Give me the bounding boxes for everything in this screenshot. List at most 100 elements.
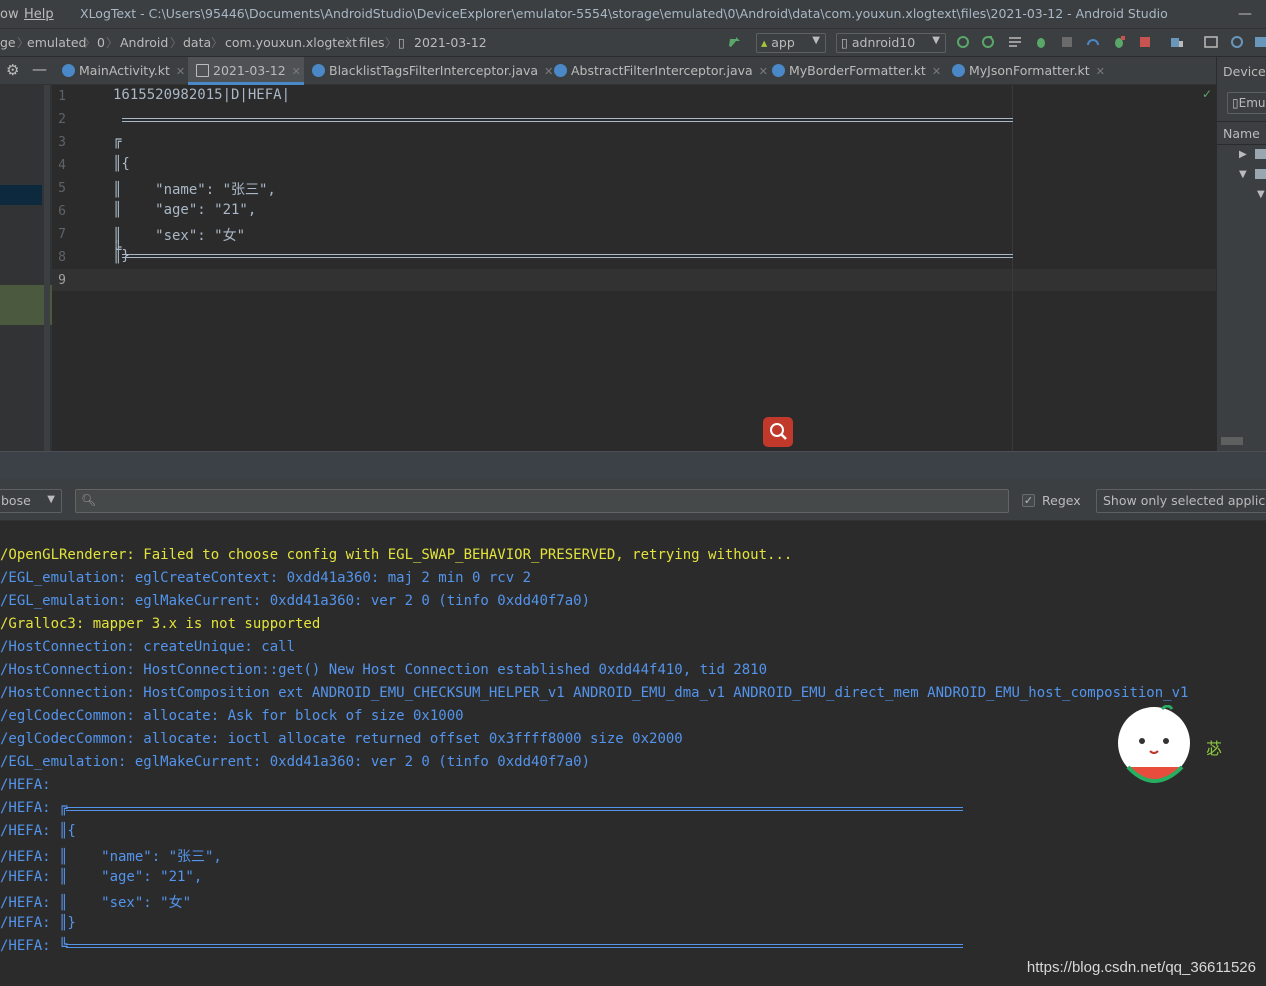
tab-label: MainActivity.kt xyxy=(79,63,170,78)
minimize-button[interactable]: — xyxy=(1238,6,1252,22)
log-line: /HostConnection: createUnique: call xyxy=(0,639,296,655)
breadcrumb-item[interactable]: 0 xyxy=(97,35,105,50)
code-line: ║{ xyxy=(113,156,130,172)
abstract-class-icon xyxy=(554,64,567,77)
coverage-icon[interactable] xyxy=(1060,35,1074,49)
run-config-label: app xyxy=(771,35,795,50)
android-icon: ▴ xyxy=(761,35,768,50)
right-margin-guide xyxy=(1012,85,1013,451)
tab-json-formatter[interactable]: MyJsonFormatter.kt ✕ xyxy=(948,57,1112,85)
inspection-ok-icon[interactable]: ✓ xyxy=(1202,87,1212,101)
settings-gear-icon[interactable]: ⚙ xyxy=(6,61,19,79)
log-level-select[interactable]: bose ▼ xyxy=(0,489,62,513)
close-icon[interactable]: ✕ xyxy=(176,65,185,78)
title-bar: ow Help XLogText - C:\Users\95446\Docume… xyxy=(0,0,1266,29)
sync-icon[interactable] xyxy=(1230,35,1244,49)
log-line: /OpenGLRenderer: Failed to choose config… xyxy=(0,547,793,563)
logcat-output[interactable]: /OpenGLRenderer: Failed to choose config… xyxy=(0,545,1266,986)
editor-tab-bar: ⚙ — MainActivity.kt ✕ 2021-03-12 ✕ Blackli… xyxy=(0,57,1216,85)
line-number-current: 9 xyxy=(58,273,66,288)
profiler-icon[interactable] xyxy=(1086,35,1100,49)
log-line: /HEFA: ╚ xyxy=(0,938,68,954)
breadcrumb-item[interactable]: emulated xyxy=(27,35,86,50)
hammer-build-icon[interactable] xyxy=(728,35,742,49)
breadcrumb-separator-icon: 〉 xyxy=(211,36,224,50)
log-line: /EGL_emulation: eglMakeCurrent: 0xdd41a3… xyxy=(0,754,591,770)
kotlin-file-icon xyxy=(62,64,75,77)
emulator-select[interactable]: ▯Emu xyxy=(1227,92,1266,114)
close-icon[interactable]: ✕ xyxy=(1096,65,1105,78)
log-line: /HEFA: ║ "age": "21", xyxy=(0,869,203,885)
line-number: 6 xyxy=(58,204,66,219)
horizontal-scrollbar[interactable] xyxy=(1221,437,1243,445)
breadcrumb-item[interactable]: Android xyxy=(120,35,168,50)
tab-abstract-interceptor[interactable]: AbstractFilterInterceptor.java ✕ xyxy=(550,57,768,85)
log-search-field[interactable]: 🔍︎ xyxy=(75,489,1009,513)
tab-label: AbstractFilterInterceptor.java xyxy=(571,63,753,78)
collapse-icon[interactable]: — xyxy=(32,60,47,78)
log-line: /eglCodecCommon: allocate: Ask for block… xyxy=(0,708,464,724)
file-icon: ▯ xyxy=(398,35,405,50)
expand-arrow-icon[interactable]: ▶ xyxy=(1239,149,1247,160)
device-icon: ▯ xyxy=(1232,96,1239,110)
log-line: /HEFA: ║ "name": "张三", xyxy=(0,849,222,865)
breadcrumb-item-current[interactable]: 2021-03-12 xyxy=(414,35,487,50)
border-bottom-line xyxy=(122,254,1013,258)
sdk-manager-icon[interactable] xyxy=(1254,35,1266,49)
close-icon[interactable]: ✕ xyxy=(759,65,768,78)
stop-icon[interactable] xyxy=(1138,35,1152,49)
log-search-input[interactable] xyxy=(102,492,1002,510)
tab-label: 2021-03-12 xyxy=(213,63,286,78)
tab-mainactivity[interactable]: MainActivity.kt ✕ xyxy=(56,57,185,85)
emulator-label: Emu xyxy=(1238,96,1266,110)
regex-label: Regex xyxy=(1042,493,1081,508)
breadcrumb-item[interactable]: data xyxy=(183,35,211,50)
chevron-down-icon: ▼ xyxy=(812,35,820,46)
collapse-arrow-icon[interactable]: ▼ xyxy=(1257,189,1265,200)
breadcrumb-separator-icon: 〉 xyxy=(346,36,359,50)
breadcrumb-item[interactable]: com.youxun.xlogtext xyxy=(225,35,357,50)
code-line: ║ "sex": "女" xyxy=(113,228,246,244)
collapse-arrow-icon[interactable]: ▼ xyxy=(1239,169,1247,180)
debug-bug-icon[interactable] xyxy=(1034,35,1048,49)
regex-checkbox[interactable]: ✓ xyxy=(1022,494,1035,507)
tab-log-file[interactable]: 2021-03-12 ✕ xyxy=(188,57,304,85)
line-number: 4 xyxy=(58,158,66,173)
device-file-explorer-panel: Device ▯Emu Name ▶ ▼ ▼ xyxy=(1216,57,1266,451)
device-manager-icon[interactable] xyxy=(1170,35,1184,49)
window-title: XLogText - C:\Users\95446\Documents\Andr… xyxy=(80,6,1168,21)
log-line: /HEFA: ╔ xyxy=(0,800,68,816)
tab-blacklist-interceptor[interactable]: BlacklistTagsFilterInterceptor.java ✕ xyxy=(308,57,553,85)
tab-border-formatter[interactable]: MyBorderFormatter.kt ✕ xyxy=(768,57,944,85)
log-line: /HEFA: ║ "sex": "女" xyxy=(0,895,192,911)
border-bottom-line xyxy=(66,944,963,948)
code-editor[interactable]: 1 2 3 4 5 6 7 8 9 1615520982015|D|HEFA| … xyxy=(52,85,1216,451)
close-icon[interactable]: ✕ xyxy=(932,65,941,78)
search-button[interactable] xyxy=(763,417,793,447)
log-line: /Gralloc3: mapper 3.x is not supported xyxy=(0,616,321,632)
code-line: ║ "age": "21", xyxy=(113,202,257,218)
code-line: ╔ xyxy=(113,133,122,149)
panel-splitter[interactable] xyxy=(0,451,1266,479)
breadcrumb-separator-icon: 〉 xyxy=(106,36,119,50)
breadcrumb-item[interactable]: files xyxy=(359,35,385,50)
apply-changes-icon[interactable] xyxy=(981,35,995,49)
attach-debugger-icon[interactable] xyxy=(1112,35,1126,49)
log-line: /eglCodecCommon: allocate: ioctl allocat… xyxy=(0,731,683,747)
line-number: 8 xyxy=(58,250,66,265)
app-filter-select[interactable]: Show only selected applicati xyxy=(1096,489,1266,513)
code-line: 1615520982015|D|HEFA| xyxy=(113,87,291,103)
menu-help[interactable]: Help xyxy=(24,7,54,22)
chevron-down-icon: ▼ xyxy=(47,494,55,505)
breadcrumb-item[interactable]: ge xyxy=(0,35,16,50)
column-header-row: Name xyxy=(1217,121,1266,145)
run-config-select[interactable]: ▴ app ▼ xyxy=(756,33,826,53)
device-select[interactable]: ▯ adnroid10 ▼ xyxy=(836,33,946,53)
rerun-icon[interactable] xyxy=(956,35,970,49)
apply-code-changes-icon[interactable] xyxy=(1008,35,1022,49)
column-header-name[interactable]: Name xyxy=(1223,126,1260,141)
menu-window[interactable]: ow xyxy=(0,7,19,22)
close-icon[interactable]: ✕ xyxy=(292,65,301,78)
breadcrumb-separator-icon: 〉 xyxy=(84,36,97,50)
layout-inspector-icon[interactable] xyxy=(1204,35,1218,49)
